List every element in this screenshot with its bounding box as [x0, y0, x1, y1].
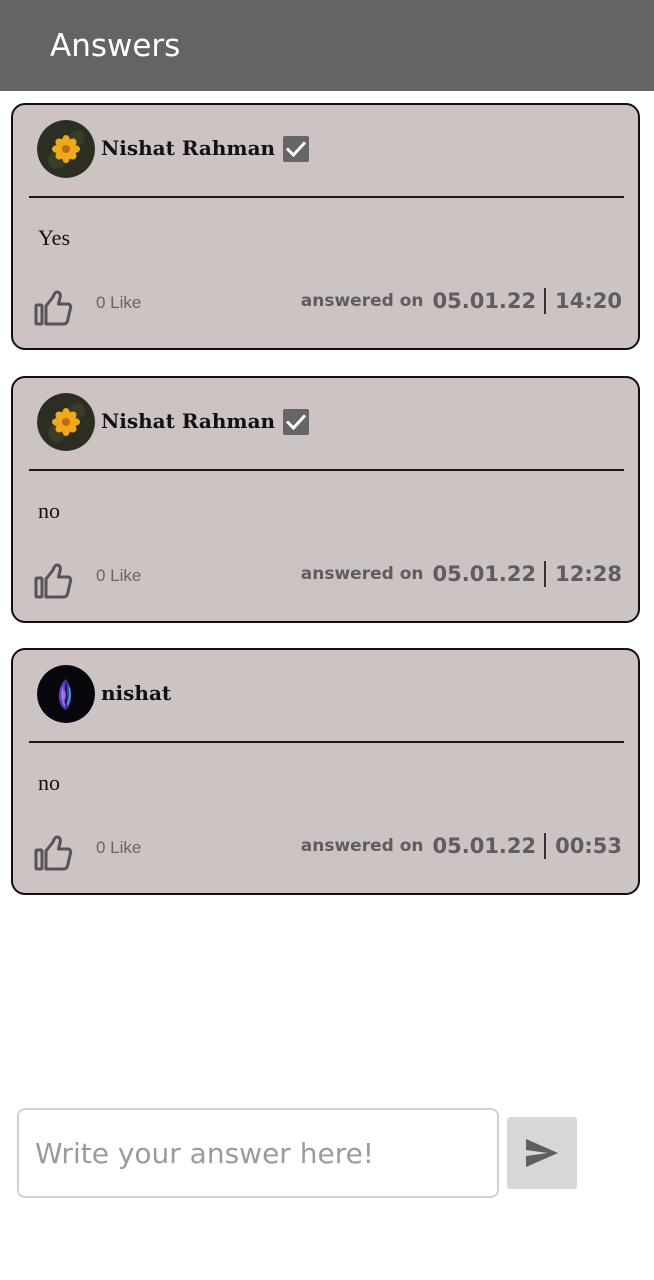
answered-on-label: answered on	[300, 564, 424, 584]
answer-text: no	[38, 498, 60, 523]
verified-check-icon	[283, 409, 309, 435]
send-button[interactable]	[507, 1117, 577, 1189]
answer-input[interactable]	[19, 1110, 497, 1196]
author-name: Nishat Rahman	[101, 409, 276, 433]
separator	[544, 833, 547, 859]
send-icon	[526, 1139, 558, 1167]
like-count: 0 Like	[96, 566, 142, 585]
answer-time: 12:28	[555, 562, 622, 586]
answer-timestamp: answered on 05.01.22 14:20	[301, 288, 622, 314]
answer-date: 05.01.22	[432, 834, 537, 858]
answered-on-label: answered on	[300, 836, 424, 856]
flower-avatar-image	[37, 120, 95, 178]
answer-card: Nishat Rahman Yes 0 Like answered on 05.…	[11, 103, 640, 350]
answer-time: 14:20	[555, 289, 622, 313]
verified-check-icon	[283, 136, 309, 162]
like-count: 0 Like	[96, 293, 142, 312]
thumbs-up-icon[interactable]	[33, 562, 73, 600]
thumbs-up-icon[interactable]	[33, 834, 73, 872]
flower-avatar-image	[37, 393, 95, 451]
separator	[544, 288, 547, 314]
answer-text: Yes	[38, 225, 71, 250]
author-name: Nishat Rahman	[101, 136, 276, 160]
divider	[29, 741, 624, 743]
divider	[29, 469, 624, 471]
like-count: 0 Like	[96, 838, 142, 857]
butterfly-avatar-image	[37, 665, 95, 723]
answer-card: nishat no 0 Like answered on 05.01.22 00…	[11, 648, 640, 895]
answer-time: 00:53	[555, 834, 622, 858]
answer-text: no	[38, 770, 60, 795]
answer-date: 05.01.22	[432, 562, 537, 586]
divider	[29, 196, 624, 198]
avatar[interactable]	[37, 665, 95, 723]
answered-on-label: answered on	[300, 291, 424, 311]
answer-timestamp: answered on 05.01.22 12:28	[301, 561, 622, 587]
app-bar: Answers	[0, 0, 654, 91]
avatar[interactable]	[37, 393, 95, 451]
page-title: Answers	[50, 28, 181, 64]
answer-input-field	[17, 1108, 499, 1198]
thumbs-up-icon[interactable]	[33, 289, 73, 327]
author-name: nishat	[101, 681, 172, 705]
answer-timestamp: answered on 05.01.22 00:53	[301, 833, 622, 859]
separator	[544, 561, 547, 587]
answer-card: Nishat Rahman no 0 Like answered on 05.0…	[11, 376, 640, 623]
answer-date: 05.01.22	[432, 289, 537, 313]
avatar[interactable]	[37, 120, 95, 178]
